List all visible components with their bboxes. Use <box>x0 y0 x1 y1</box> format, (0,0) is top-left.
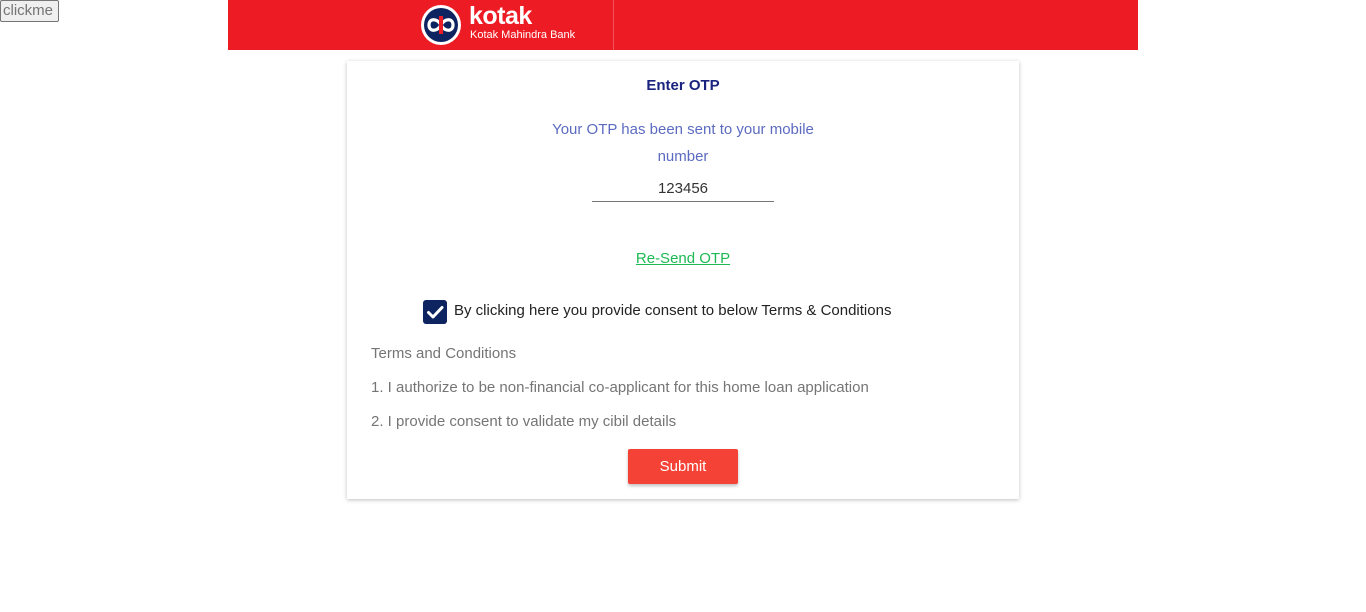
consent-label[interactable]: By clicking here you provide consent to … <box>454 302 891 319</box>
terms-heading: Terms and Conditions <box>371 345 517 362</box>
submit-button[interactable]: Submit <box>628 449 738 484</box>
clickme-button[interactable]: clickme <box>0 0 59 22</box>
site-header: kotak Kotak Mahindra Bank <box>228 0 1138 50</box>
header-divider <box>613 0 614 50</box>
consent-checkbox[interactable] <box>423 300 447 324</box>
resend-otp-link[interactable]: Re-Send OTP <box>636 250 730 267</box>
otp-sent-message: Your OTP has been sent to your mobile nu… <box>552 121 814 165</box>
page-title: Enter OTP <box>646 77 720 94</box>
kotak-logo[interactable]: kotak Kotak Mahindra Bank <box>420 2 590 46</box>
kotak-infinity-logo-icon <box>421 5 461 45</box>
brand-name: kotak <box>469 2 532 30</box>
terms-item: 2. I provide consent to validate my cibi… <box>371 413 677 430</box>
otp-card: Enter OTP Your OTP has been sent to your… <box>347 61 1019 499</box>
otp-input[interactable] <box>592 175 774 202</box>
terms-item: 1. I authorize to be non-financial co-ap… <box>371 379 869 396</box>
check-icon <box>427 306 444 319</box>
terms-section: Terms and Conditions 1. I authorize to b… <box>371 343 991 445</box>
brand-subtitle: Kotak Mahindra Bank <box>470 29 576 41</box>
resend-otp-container: Re-Send OTP <box>347 250 1019 267</box>
